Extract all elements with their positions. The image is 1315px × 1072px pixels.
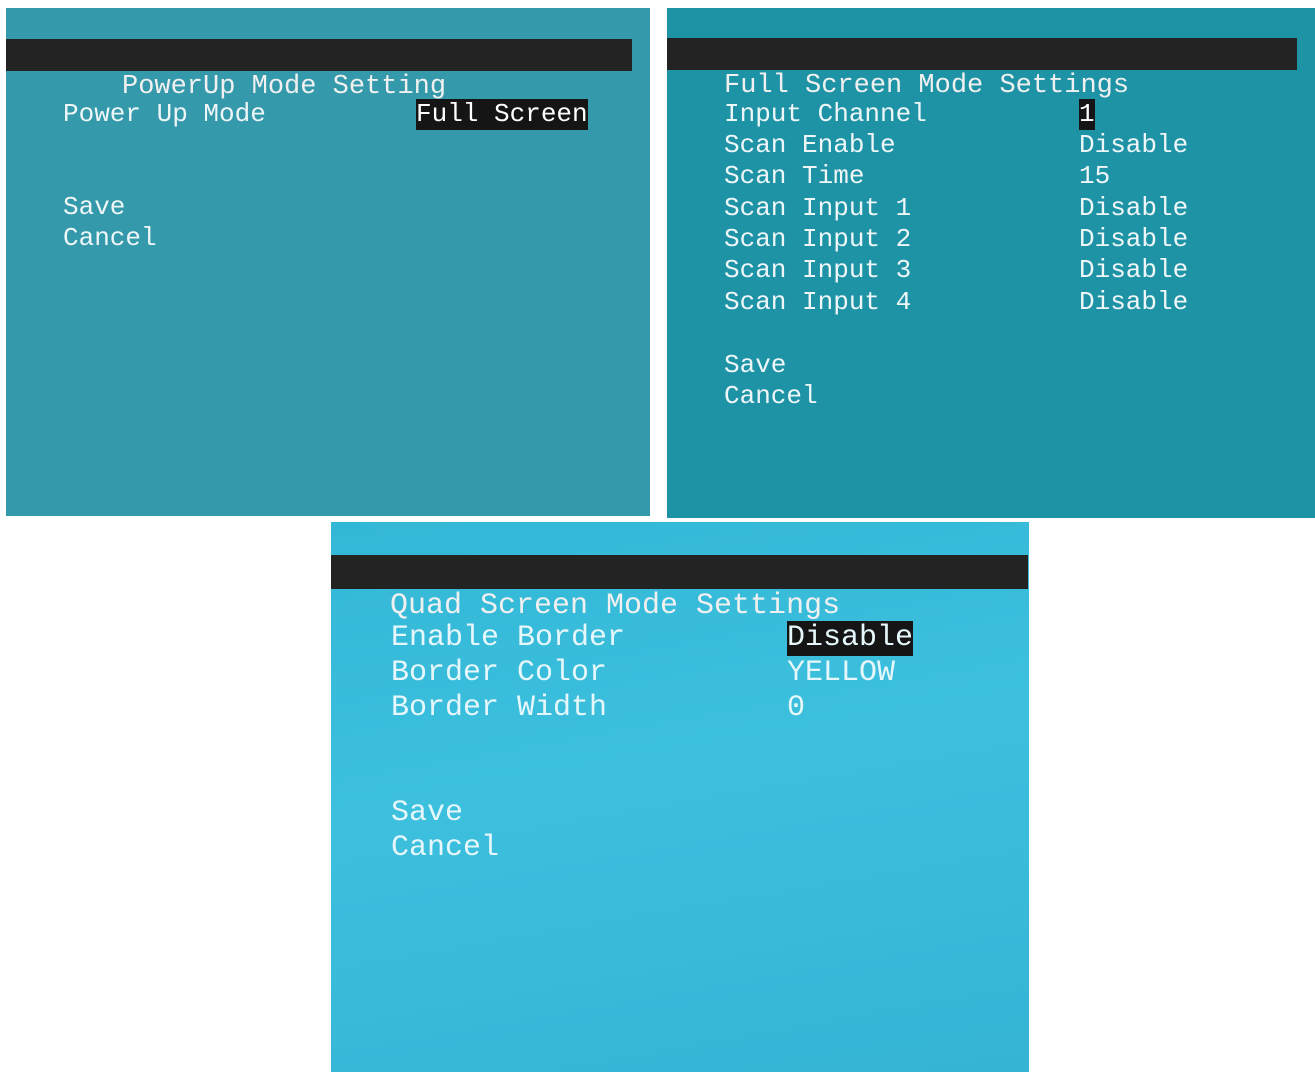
quad-screen-title: Quad Screen Mode Settings	[390, 589, 841, 623]
scan-input-4-value[interactable]: Disable	[1079, 287, 1188, 318]
quad-screen-cancel-item[interactable]: Cancel	[391, 831, 499, 866]
input-channel-label: Input Channel	[724, 99, 927, 129]
border-width-label: Border Width	[391, 691, 608, 725]
scan-input-2-value[interactable]: Disable	[1079, 224, 1188, 255]
quad-screen-save-item[interactable]: Save	[391, 796, 463, 831]
scan-enable-label: Scan Enable	[724, 130, 896, 160]
full-screen-save-item[interactable]: Save	[724, 350, 786, 381]
enable-border-value[interactable]: Disable	[787, 621, 914, 656]
scan-input-3-value[interactable]: Disable	[1079, 255, 1188, 286]
power-up-mode-label: Power Up Mode	[63, 99, 266, 129]
powerup-mode-screen: PowerUp Mode Setting Power Up Mode Full …	[6, 8, 650, 516]
scan-input-4-label: Scan Input 4	[724, 287, 912, 317]
scan-input-1-value[interactable]: Disable	[1079, 193, 1188, 224]
scan-enable-value[interactable]: Disable	[1079, 130, 1188, 161]
power-up-mode-value[interactable]: Full Screen	[416, 99, 588, 130]
full-screen-title: Full Screen Mode Settings	[724, 71, 1130, 101]
full-screen-mode-screen: Full Screen Mode Settings Input Channel …	[667, 8, 1315, 518]
border-color-label: Border Color	[391, 656, 608, 690]
quad-screen-mode-screen: Quad Screen Mode Settings Enable Border …	[331, 522, 1029, 1072]
quad-screen-title-bar: Quad Screen Mode Settings	[331, 555, 1028, 623]
scan-input-1-label: Scan Input 1	[724, 193, 912, 223]
scan-time-value[interactable]: 15	[1079, 161, 1110, 192]
scan-time-label: Scan Time	[724, 161, 865, 191]
powerup-save-item[interactable]: Save	[63, 192, 125, 223]
input-channel-value[interactable]: 1	[1079, 99, 1095, 130]
full-screen-cancel-item[interactable]: Cancel	[724, 381, 818, 412]
enable-border-label: Enable Border	[391, 621, 626, 655]
powerup-cancel-item[interactable]: Cancel	[63, 223, 157, 254]
scan-input-2-label: Scan Input 2	[724, 224, 912, 254]
full-screen-title-bar: Full Screen Mode Settings	[667, 38, 1297, 101]
powerup-title-bar: PowerUp Mode Setting	[6, 39, 632, 102]
border-width-value[interactable]: 0	[787, 691, 805, 726]
scan-input-3-label: Scan Input 3	[724, 255, 912, 285]
border-color-value[interactable]: YELLOW	[787, 656, 895, 691]
